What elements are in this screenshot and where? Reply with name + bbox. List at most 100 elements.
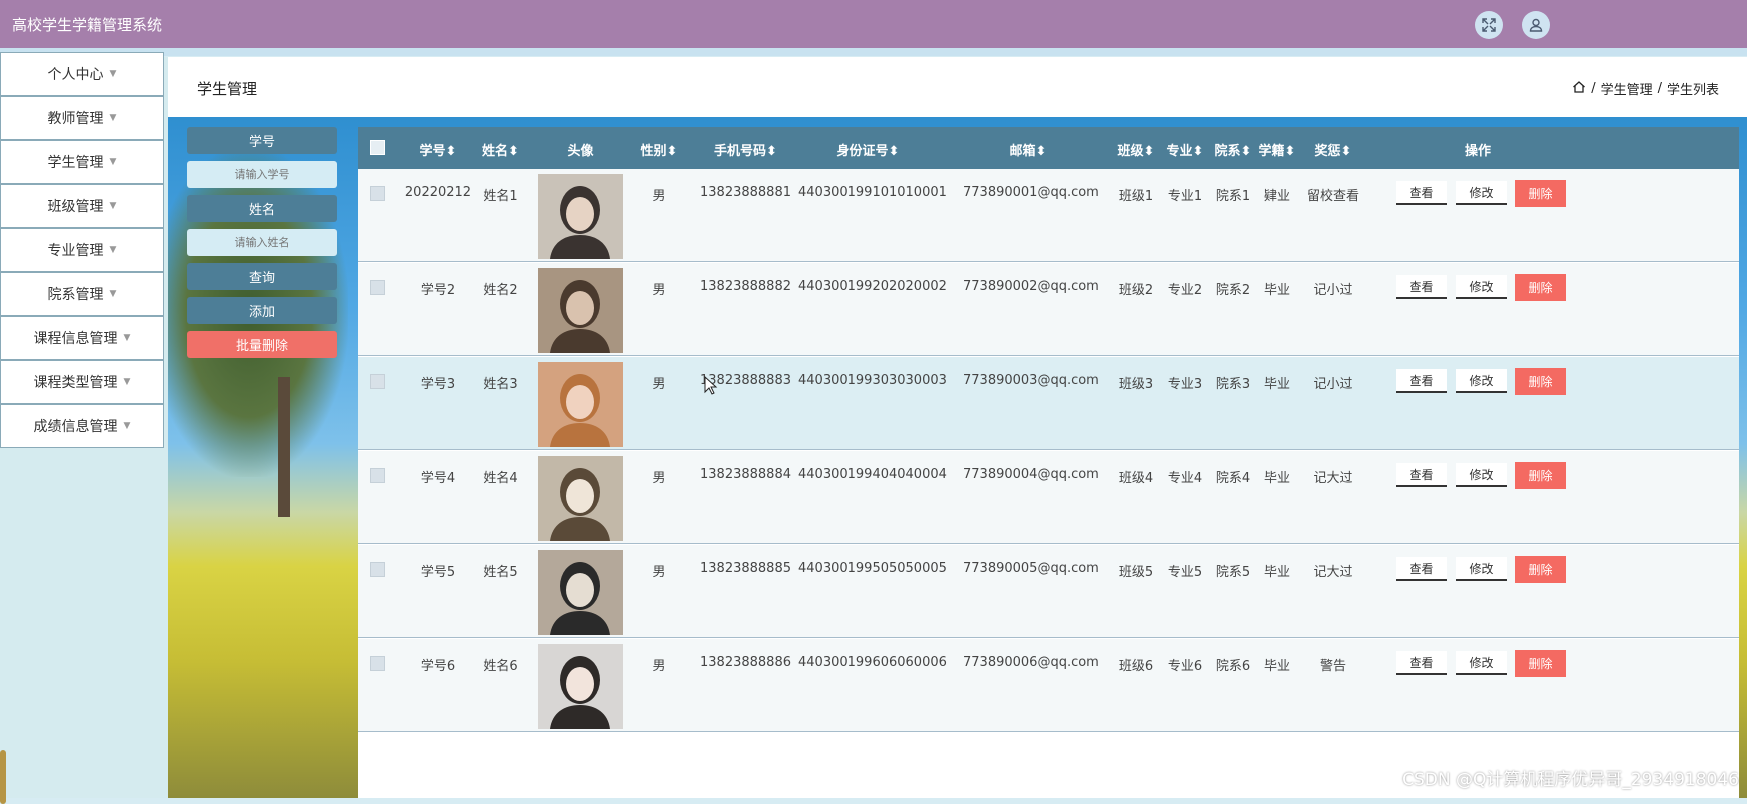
breadcrumb: / 学生管理 / 学生列表 (1572, 79, 1719, 98)
column-header-major[interactable]: 专业⬍ (1160, 140, 1210, 159)
delete-button[interactable]: 删除 (1515, 650, 1566, 677)
delete-button[interactable]: 删除 (1515, 556, 1566, 583)
batch-delete-button[interactable]: 批量删除 (187, 331, 337, 358)
breadcrumb-student-list: 学生列表 (1666, 83, 1719, 98)
cell-status: 毕业 (1263, 377, 1290, 392)
row-checkbox[interactable] (370, 186, 385, 201)
delete-button[interactable]: 删除 (1515, 368, 1566, 395)
view-button[interactable]: 查看 (1396, 275, 1447, 299)
sort-icon: ⬍ (1340, 144, 1352, 159)
edit-button[interactable]: 修改 (1456, 275, 1507, 299)
cell-gender: 男 (652, 283, 666, 298)
column-header-gender[interactable]: 性别⬍ (638, 140, 680, 159)
delete-button[interactable]: 删除 (1515, 462, 1566, 489)
page-header: 学生管理 / 学生管理 / 学生列表 (168, 57, 1747, 117)
app-title: 高校学生学籍管理系统 (12, 16, 163, 34)
sidebar-item-label: 课程信息管理 (33, 331, 118, 347)
table-row: 学号2 姓名2 男 13823888882 440300199202020002 7738… (358, 263, 1739, 356)
row-checkbox[interactable] (370, 280, 385, 295)
row-checkbox[interactable] (370, 562, 385, 577)
add-button[interactable]: 添加 (187, 297, 337, 324)
edit-button[interactable]: 修改 (1456, 369, 1507, 393)
chevron-down-icon: ▼ (109, 201, 117, 211)
column-header-department[interactable]: 院系⬍ (1208, 140, 1258, 159)
sidebar-item-department-management[interactable]: 院系管理 ▼ (0, 272, 164, 316)
cell-email: 773890005@qq.com (963, 561, 1099, 576)
cell-status: 毕业 (1263, 565, 1290, 580)
top-bar: 高校学生学籍管理系统 (0, 0, 1747, 48)
avatar (538, 644, 623, 729)
view-button[interactable]: 查看 (1396, 651, 1447, 675)
avatar (538, 268, 623, 353)
sidebar: 个人中心 ▼ 教师管理 ▼ 学生管理 ▼ 班级管理 ▼ 专业管理 ▼ 院系管理 ▼ 课程信息… (0, 52, 168, 804)
row-checkbox[interactable] (370, 656, 385, 671)
home-icon[interactable] (1572, 80, 1586, 98)
row-checkbox[interactable] (370, 468, 385, 483)
sidebar-item-label: 班级管理 (47, 199, 104, 215)
cell-gender: 男 (652, 189, 666, 204)
column-header-phone[interactable]: 手机号码⬍ (688, 140, 803, 159)
column-header-class[interactable]: 班级⬍ (1110, 140, 1162, 159)
cell-department: 院系3 (1215, 377, 1251, 392)
sidebar-item-major-management[interactable]: 专业管理 ▼ (0, 228, 164, 272)
query-button[interactable]: 查询 (187, 263, 337, 290)
column-header-name[interactable]: 姓名⬍ (473, 140, 528, 159)
select-all-checkbox[interactable] (370, 140, 385, 155)
table-row: 学号6 姓名6 男 13823888886 440300199606060006 7738… (358, 639, 1739, 732)
cell-email: 773890003@qq.com (963, 373, 1099, 388)
sidebar-item-course-type-management[interactable]: 课程类型管理 ▼ (0, 360, 164, 404)
cell-email: 773890002@qq.com (963, 279, 1099, 294)
edit-button[interactable]: 修改 (1456, 651, 1507, 675)
cell-class: 班级4 (1118, 471, 1154, 486)
student-no-input[interactable] (187, 161, 337, 188)
edit-button[interactable]: 修改 (1456, 181, 1507, 205)
cell-id-card: 440300199303030003 (798, 373, 947, 388)
sidebar-item-course-info-management[interactable]: 课程信息管理 ▼ (0, 316, 164, 360)
cell-student-no: 20220212 (404, 185, 472, 200)
cell-department: 院系6 (1215, 659, 1251, 674)
sidebar-item-personal-center[interactable]: 个人中心 ▼ (0, 52, 164, 96)
background-tree-trunk (278, 377, 290, 517)
delete-button[interactable]: 删除 (1515, 274, 1566, 301)
sort-icon: ⬍ (666, 144, 678, 159)
breadcrumb-student-management[interactable]: 学生管理 (1601, 79, 1653, 98)
cell-phone: 13823888881 (700, 185, 791, 200)
chevron-down-icon: ▼ (109, 157, 117, 167)
column-header-student-no[interactable]: 学号⬍ (398, 140, 478, 159)
column-header-id-card[interactable]: 身份证号⬍ (798, 140, 938, 159)
column-header-status[interactable]: 学籍⬍ (1253, 140, 1301, 159)
edit-button[interactable]: 修改 (1456, 557, 1507, 581)
sidebar-item-class-management[interactable]: 班级管理 ▼ (0, 184, 164, 228)
column-header-reward[interactable]: 奖惩⬍ (1303, 140, 1363, 159)
view-button[interactable]: 查看 (1396, 369, 1447, 393)
cell-student-no: 学号5 (420, 565, 456, 580)
table-header: 学号⬍ 姓名⬍ 头像 性别⬍ 手机号码⬍ 身份证号⬍ 邮箱⬍ 班级⬍ 专业⬍ 院… (358, 127, 1739, 169)
sidebar-scrollbar[interactable] (0, 750, 6, 804)
cell-class: 班级2 (1118, 283, 1154, 298)
edit-button[interactable]: 修改 (1456, 463, 1507, 487)
cell-name: 姓名1 (483, 189, 518, 204)
sidebar-item-grade-info-management[interactable]: 成绩信息管理 ▼ (0, 404, 164, 448)
name-input[interactable] (187, 229, 337, 256)
chevron-down-icon: ▼ (109, 113, 117, 123)
delete-button[interactable]: 删除 (1515, 180, 1566, 207)
breadcrumb-separator: / (1591, 81, 1596, 96)
cell-phone: 13823888884 (700, 467, 791, 482)
mouse-cursor-icon (704, 376, 718, 395)
sidebar-item-student-management[interactable]: 学生管理 ▼ (0, 140, 164, 184)
view-button[interactable]: 查看 (1396, 463, 1447, 487)
sidebar-item-teacher-management[interactable]: 教师管理 ▼ (0, 96, 164, 140)
table-row: 20220212 姓名1 男 13823888881 44030019910101000… (358, 169, 1739, 262)
cell-id-card: 440300199505050005 (798, 561, 947, 576)
fullscreen-icon[interactable] (1475, 11, 1503, 39)
cell-major: 专业2 (1167, 283, 1203, 298)
view-button[interactable]: 查看 (1396, 557, 1447, 581)
user-icon[interactable] (1522, 11, 1550, 39)
column-header-email[interactable]: 邮箱⬍ (963, 140, 1093, 159)
cell-id-card: 440300199606060006 (798, 655, 947, 670)
row-checkbox[interactable] (370, 374, 385, 389)
column-header-avatar: 头像 (567, 144, 594, 159)
view-button[interactable]: 查看 (1396, 181, 1447, 205)
sort-icon: ⬍ (888, 144, 900, 159)
cell-department: 院系1 (1215, 189, 1251, 204)
